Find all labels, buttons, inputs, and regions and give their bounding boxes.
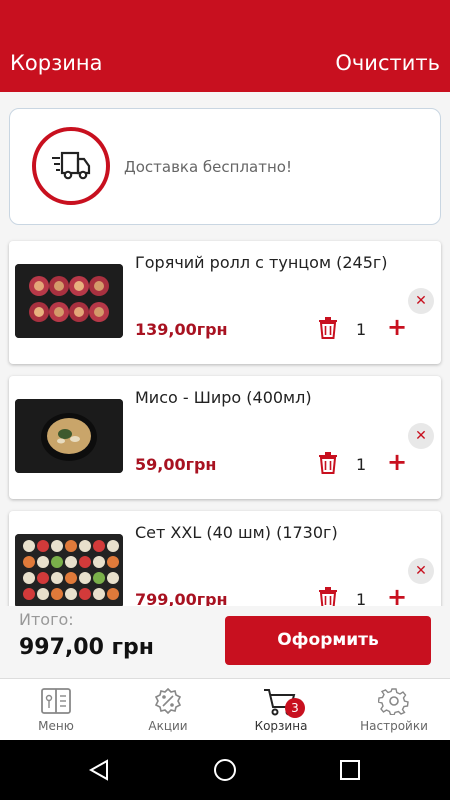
increase-quantity-button[interactable]: +	[387, 450, 407, 474]
clear-cart-button[interactable]: Очистить	[335, 50, 440, 76]
quantity-value: 1	[356, 590, 367, 606]
nav-item-promotions[interactable]: Акции	[112, 679, 224, 741]
system-navigation-bar	[0, 740, 450, 800]
top-app-bar: Корзина Очистить	[0, 0, 450, 92]
product-price: 59,00грн	[135, 455, 217, 474]
product-price: 799,00грн	[135, 590, 228, 606]
menu-book-icon	[41, 688, 71, 714]
remove-item-button[interactable]: ✕	[408, 423, 434, 449]
product-name: Мисо - Широ (400мл)	[135, 388, 312, 407]
nav-item-menu[interactable]: Меню	[0, 679, 112, 741]
back-icon[interactable]	[88, 759, 110, 781]
cart-item: Мисо - Широ (400мл) 59,00грн 1 + ✕	[9, 376, 441, 499]
nav-item-cart[interactable]: 3 Корзина	[225, 679, 337, 741]
nav-label: Настройки	[360, 719, 428, 733]
product-name: Горячий ролл с тунцом (245г)	[135, 253, 388, 272]
quantity-value: 1	[356, 320, 367, 339]
recents-icon[interactable]	[339, 759, 361, 781]
remove-item-button[interactable]: ✕	[408, 288, 434, 314]
bottom-navigation: Меню Акции 3 Корзина Настройки	[0, 678, 450, 740]
nav-label: Акции	[148, 719, 188, 733]
discount-badge-icon	[154, 687, 182, 715]
cart-item-list[interactable]: Горячий ролл с тунцом (245г) 139,00грн 1…	[0, 230, 450, 606]
cart-count-badge: 3	[285, 698, 305, 718]
order-total-bar: Итого: 997,00 грн Оформить	[0, 606, 450, 678]
total-label: Итого:	[19, 610, 74, 629]
trash-icon[interactable]	[318, 317, 338, 339]
delivery-truck-icon	[52, 151, 91, 180]
nav-item-settings[interactable]: Настройки	[338, 679, 450, 741]
delivery-icon-circle	[32, 127, 110, 205]
increase-quantity-button[interactable]: +	[387, 585, 407, 606]
trash-icon[interactable]	[318, 452, 338, 474]
total-value: 997,00 грн	[19, 635, 154, 660]
nav-label: Меню	[38, 719, 74, 733]
checkout-button[interactable]: Оформить	[225, 616, 431, 665]
trash-icon[interactable]	[318, 587, 338, 606]
delivery-banner: Доставка бесплатно!	[9, 108, 441, 225]
cart-item: Сет XXL (40 шм) (1730г) 799,00грн 1 + ✕	[9, 511, 441, 606]
increase-quantity-button[interactable]: +	[387, 315, 407, 339]
product-name: Сет XXL (40 шм) (1730г)	[135, 523, 338, 542]
delivery-text: Доставка бесплатно!	[124, 158, 292, 176]
page-title: Корзина	[10, 51, 103, 75]
product-image	[15, 399, 123, 473]
nav-label: Корзина	[254, 719, 308, 733]
product-image	[15, 264, 123, 338]
home-icon[interactable]	[213, 758, 237, 782]
remove-item-button[interactable]: ✕	[408, 558, 434, 584]
product-image	[15, 534, 123, 606]
gear-icon	[378, 688, 409, 715]
cart-item: Горячий ролл с тунцом (245г) 139,00грн 1…	[9, 241, 441, 364]
product-price: 139,00грн	[135, 320, 228, 339]
quantity-value: 1	[356, 455, 367, 474]
